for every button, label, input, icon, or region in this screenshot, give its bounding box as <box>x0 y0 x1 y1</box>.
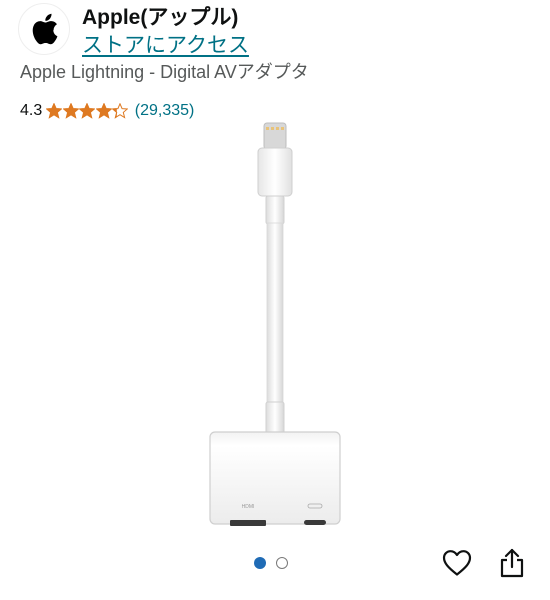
hdmi-port-label: HDMI <box>242 504 255 510</box>
carousel-dot[interactable] <box>254 557 266 569</box>
carousel-dot[interactable] <box>276 557 288 569</box>
brand-name: Apple(アップル) <box>82 6 239 29</box>
star-partial-icon <box>112 103 129 119</box>
adapter-body <box>209 431 341 525</box>
strain-relief-bottom <box>265 401 285 435</box>
wishlist-button[interactable] <box>439 545 475 581</box>
review-count-link[interactable]: (29,335) <box>135 102 195 120</box>
rating-value: 4.3 <box>20 102 43 119</box>
apple-logo-icon <box>32 13 58 45</box>
product-title: Apple Lightning - Digital AVアダプタ <box>20 62 309 82</box>
brand-logo[interactable] <box>18 3 70 55</box>
star-full-icon <box>62 103 79 119</box>
connector-housing <box>257 147 293 197</box>
image-carousel-dots[interactable] <box>254 557 298 569</box>
strain-relief-top <box>265 195 285 225</box>
share-button[interactable] <box>494 545 530 581</box>
star-full-icon <box>46 103 63 119</box>
star-rating[interactable] <box>46 103 129 119</box>
share-icon <box>500 548 524 578</box>
star-full-icon <box>95 103 112 119</box>
cable <box>266 222 284 404</box>
hdmi-port <box>230 520 266 526</box>
heart-icon <box>442 550 472 576</box>
lightning-connector-tip <box>263 122 287 150</box>
rating-row[interactable]: 4.3 (29,335) <box>20 100 194 122</box>
lightning-port <box>304 520 326 525</box>
product-image[interactable]: HDMI <box>200 118 350 540</box>
star-full-icon <box>79 103 96 119</box>
visit-store-link[interactable]: ストアにアクセス <box>82 29 249 59</box>
